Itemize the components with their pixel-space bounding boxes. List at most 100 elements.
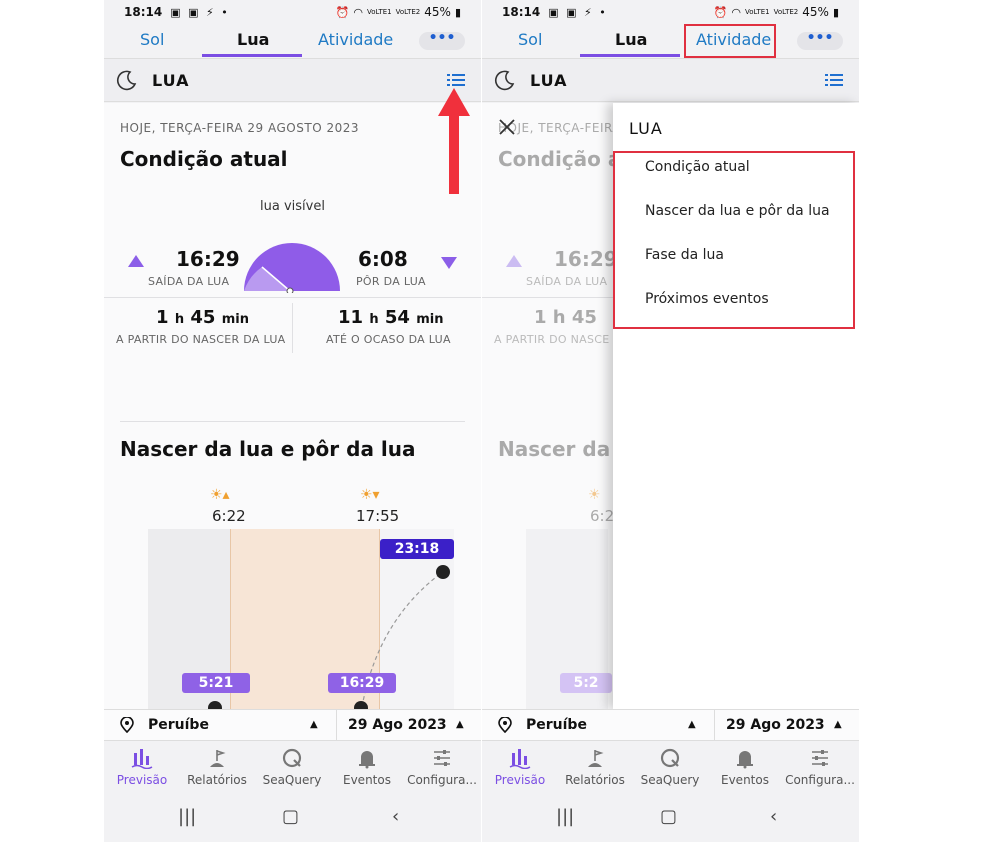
drawer-title: LUA [629,119,663,138]
unit-minutes: min [416,312,444,327]
list-menu-icon[interactable] [825,73,843,87]
section-title: LUA [530,71,568,90]
bell-icon [359,751,375,769]
moonrise-time: 16:29 [554,247,618,271]
time-since-rise: 1 h 45 [534,307,597,328]
time-since-rise: 1 h 45 min [156,307,249,328]
nav-label: Relatórios [187,773,247,787]
bottom-nav: Previsão Relatórios SeaQuery Eventos Con… [482,741,859,799]
caret-up-icon[interactable]: ▲ [310,719,318,730]
nav-label: Previsão [116,773,168,787]
moonrise-label: SAÍDA DA LUA [148,275,230,288]
signal-2-label: VoLTE2 [395,8,421,16]
riseset-chart: 5:2 [526,529,612,709]
sunrise-icon: ☀ [588,487,601,503]
more-button[interactable]: ••• [797,31,843,50]
highlight-box-drawer-items [613,151,855,329]
alarm-icon: ⏰ [335,5,350,19]
caret-up-icon[interactable]: ▲ [688,719,696,730]
close-icon [499,119,515,135]
signal-1-label: VoLTE1 [367,8,392,16]
signal-2-label: VoLTE2 [773,8,799,16]
tab-sol[interactable]: Sol [140,30,164,49]
nav-relatorios[interactable]: Relatórios [557,747,633,787]
wifi-icon: ◠ [731,5,742,19]
moonrise-chip-early: 5:2 [560,673,612,693]
time-since-rise-label: A PARTIR DO NASCE [494,333,610,346]
highlight-box-atividade [684,24,776,58]
home-icon[interactable]: ▢ [282,806,299,827]
location-selector[interactable]: Peruíbe [148,717,209,733]
nav-configuracoes[interactable]: Configura... [782,747,858,787]
more-button[interactable]: ••• [419,31,465,50]
seaquery-icon [282,748,302,768]
list-menu-icon[interactable] [447,73,465,87]
moon-icon [494,70,515,91]
nav-configuracoes[interactable]: Configura... [404,747,480,787]
moonrise-chip: 16:29 [328,673,396,693]
moonrise-arrow-icon [506,255,522,267]
battery-icon: ▮ [454,5,461,19]
battery-icon: ▮ [832,5,839,19]
divider-vertical [292,303,293,353]
nav-label: Eventos [343,773,391,787]
status-time: 18:14 [502,5,541,19]
tab-lua[interactable]: Lua [615,30,647,49]
back-icon[interactable]: ‹ [392,806,399,827]
close-drawer-button[interactable] [498,118,516,136]
nav-previsao[interactable]: Previsão [104,747,180,787]
current-condition-title: Condição atual [120,147,288,171]
active-tab-indicator [580,54,680,57]
nav-seaquery[interactable]: SeaQuery [632,747,708,787]
moonset-arrow-icon [441,257,457,269]
until-minutes: 54 [384,307,410,328]
nav-label: Previsão [494,773,546,787]
caret-up-icon[interactable]: ▲ [456,719,464,730]
divider [104,297,481,298]
event-dot [208,701,222,709]
tab-lua[interactable]: Lua [237,30,269,49]
nav-previsao[interactable]: Previsão [482,747,558,787]
battery-level: 45% [424,5,451,19]
screenshot-stage: 18:14 ▣ ▣ ⚡ • ⏰ ◠ VoLTE1 VoLTE2 45% ▮ So… [0,0,984,842]
sunset-icon: ☀▾ [360,487,380,503]
until-hours: 11 [338,307,364,328]
sunset-time: 17:55 [356,507,400,525]
forecast-icon [509,749,531,769]
recent-apps-icon[interactable]: ||| [178,806,196,827]
recent-apps-icon[interactable]: ||| [556,806,574,827]
moonset-time: 6:08 [358,247,408,271]
back-icon[interactable]: ‹ [770,806,777,827]
status-bar: 18:14 ▣ ▣ ⚡ • ⏰ ◠ VoLTE1 VoLTE2 45% ▮ [482,0,859,24]
status-time: 18:14 [124,5,163,19]
date-selector[interactable]: 29 Ago 2023 [726,717,825,733]
nav-relatorios[interactable]: Relatórios [179,747,255,787]
location-selector[interactable]: Peruíbe [526,717,587,733]
nav-eventos[interactable]: Eventos [329,747,405,787]
location-bar: Peruíbe ▲ 29 Ago 2023 ▲ [104,709,481,741]
moonrise-label: SAÍDA DA LUA [526,275,608,288]
tab-atividade[interactable]: Atividade [318,30,393,49]
moonrise-chip-early: 5:21 [182,673,250,693]
event-dot [354,701,368,709]
tab-sol[interactable]: Sol [518,30,542,49]
since-minutes: 45 [190,307,216,328]
riseset-chart: 23:18 5:21 16:29 [148,529,454,709]
unit-hours: h [174,312,185,327]
unit-hours: h [369,312,379,327]
top-tabs: Sol Lua Atividade ••• [104,24,481,58]
section-drawer-menu: LUA Condição atual Nascer da lua e pôr d… [613,103,859,709]
divider [120,421,465,422]
status-bar: 18:14 ▣ ▣ ⚡ • ⏰ ◠ VoLTE1 VoLTE2 45% ▮ [104,0,481,24]
since-hours: 1 [156,307,169,328]
time-until-set-label: ATÉ O OCASO DA LUA [326,333,451,346]
date-selector[interactable]: 29 Ago 2023 [348,717,447,733]
status-right: ⏰ ◠ VoLTE1 VoLTE2 45% ▮ [336,5,461,19]
caret-up-icon[interactable]: ▲ [834,719,842,730]
active-tab-indicator [202,54,302,57]
location-pin-icon [120,717,134,733]
nav-eventos[interactable]: Eventos [707,747,783,787]
nav-seaquery[interactable]: SeaQuery [254,747,330,787]
moonset-chip: 23:18 [380,539,454,559]
home-icon[interactable]: ▢ [660,806,677,827]
